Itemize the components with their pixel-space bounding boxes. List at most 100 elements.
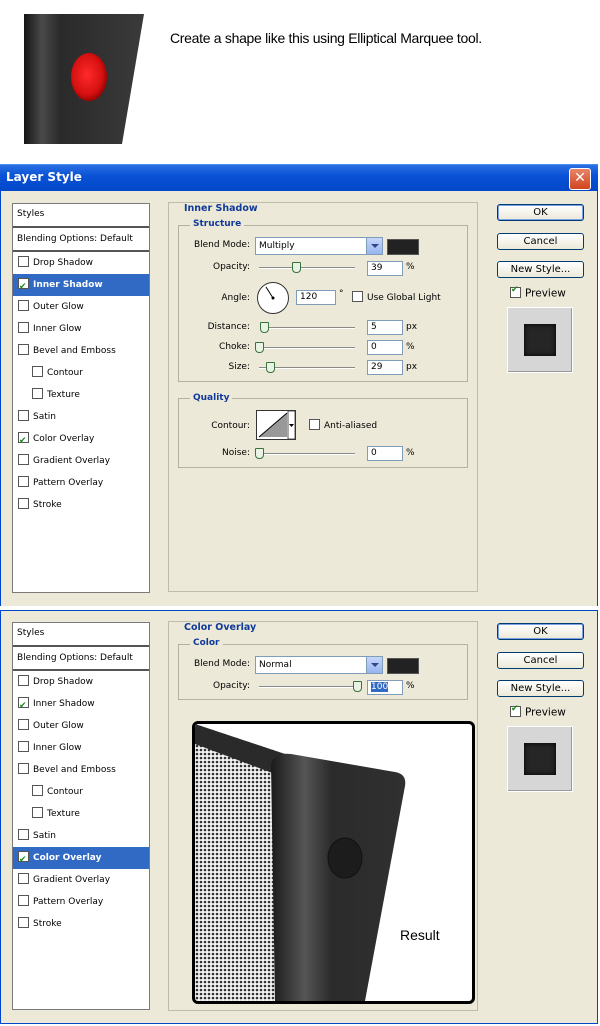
style-checkbox[interactable] <box>18 410 29 421</box>
blend-mode-select[interactable]: Multiply <box>255 237 383 255</box>
style-checkbox[interactable] <box>18 849 29 871</box>
noise-input[interactable]: 0 <box>367 446 403 461</box>
anti-aliased-checkbox[interactable]: Anti-aliased <box>309 419 377 432</box>
style-item-inner-shadow[interactable]: Inner Shadow <box>13 693 149 717</box>
style-checkbox[interactable] <box>18 430 29 452</box>
opacity-slider-thumb[interactable] <box>292 262 302 273</box>
blending-options-item[interactable]: Blending Options: Default <box>13 647 149 671</box>
style-checkbox[interactable] <box>18 829 29 840</box>
size-input[interactable]: 29 <box>367 360 403 375</box>
style-item-bevel-and-emboss[interactable]: Bevel and Emboss <box>13 340 149 362</box>
style-checkbox[interactable] <box>32 807 43 818</box>
dialog-titlebar[interactable]: Layer Style ✕ <box>0 164 598 192</box>
contour-curve-icon <box>258 410 296 440</box>
style-item-pattern-overlay[interactable]: Pattern Overlay <box>13 891 149 913</box>
style-item-texture[interactable]: Texture <box>13 384 149 406</box>
style-item-gradient-overlay[interactable]: Gradient Overlay <box>13 450 149 472</box>
style-item-drop-shadow[interactable]: Drop Shadow <box>13 252 149 274</box>
chevron-down-icon[interactable] <box>366 238 382 254</box>
size-slider[interactable] <box>259 362 355 373</box>
cancel-button[interactable]: Cancel <box>497 233 584 250</box>
style-item-bevel-and-emboss[interactable]: Bevel and Emboss <box>13 759 149 781</box>
shadow-color-swatch[interactable] <box>387 239 419 255</box>
opacity-input[interactable]: 39 <box>367 261 403 276</box>
style-checkbox[interactable] <box>18 675 29 686</box>
new-style-button[interactable]: New Style... <box>497 680 584 697</box>
ok-button[interactable]: OK <box>497 204 584 221</box>
noise-slider-thumb[interactable] <box>255 448 264 459</box>
noise-label: Noise: <box>222 448 250 458</box>
style-item-label: Gradient Overlay <box>33 456 111 466</box>
style-item-satin[interactable]: Satin <box>13 825 149 847</box>
style-checkbox[interactable] <box>18 454 29 465</box>
choke-slider[interactable] <box>255 342 355 353</box>
style-checkbox[interactable] <box>18 741 29 752</box>
style-item-satin[interactable]: Satin <box>13 406 149 428</box>
noise-slider[interactable] <box>255 448 355 459</box>
style-checkbox[interactable] <box>32 785 43 796</box>
style-item-outer-glow[interactable]: Outer Glow <box>13 296 149 318</box>
style-item-inner-shadow[interactable]: Inner Shadow <box>13 274 149 298</box>
style-checkbox[interactable] <box>18 873 29 884</box>
styles-header[interactable]: Styles <box>13 623 149 647</box>
style-item-drop-shadow[interactable]: Drop Shadow <box>13 671 149 693</box>
angle-dial[interactable] <box>257 282 289 314</box>
preview-checkbox[interactable]: Preview <box>510 285 566 300</box>
overlay-opacity-value: 100 <box>371 682 389 692</box>
style-item-inner-glow[interactable]: Inner Glow <box>13 318 149 340</box>
style-item-pattern-overlay[interactable]: Pattern Overlay <box>13 472 149 494</box>
style-item-outer-glow[interactable]: Outer Glow <box>13 715 149 737</box>
choke-slider-thumb[interactable] <box>255 342 264 353</box>
style-checkbox[interactable] <box>18 695 29 717</box>
distance-input[interactable]: 5 <box>367 320 403 335</box>
preview-checkbox[interactable]: Preview <box>510 704 566 719</box>
choke-input[interactable]: 0 <box>367 340 403 355</box>
angle-input[interactable]: 120 <box>296 290 336 305</box>
style-item-inner-glow[interactable]: Inner Glow <box>13 737 149 759</box>
styles-header[interactable]: Styles <box>13 204 149 228</box>
style-checkbox[interactable] <box>32 366 43 377</box>
overlay-color-swatch[interactable] <box>387 658 419 674</box>
size-slider-thumb[interactable] <box>266 362 276 373</box>
overlay-opacity-input[interactable]: 100 <box>367 680 403 695</box>
style-checkbox[interactable] <box>18 476 29 487</box>
style-item-contour[interactable]: Contour <box>13 781 149 803</box>
style-item-contour[interactable]: Contour <box>13 362 149 384</box>
style-item-stroke[interactable]: Stroke <box>13 494 149 516</box>
style-checkbox[interactable] <box>18 344 29 355</box>
opacity-slider[interactable] <box>259 262 355 273</box>
style-checkbox[interactable] <box>18 917 29 928</box>
preview-thumbnail <box>507 307 573 373</box>
new-style-button[interactable]: New Style... <box>497 261 584 278</box>
overlay-blend-mode-select[interactable]: Normal <box>255 656 383 674</box>
inner-shadow-title: Inner Shadow <box>184 203 258 214</box>
blending-options-item[interactable]: Blending Options: Default <box>13 228 149 252</box>
style-checkbox[interactable] <box>18 719 29 730</box>
contour-picker[interactable] <box>256 410 296 440</box>
style-item-color-overlay[interactable]: Color Overlay <box>13 428 149 452</box>
style-item-color-overlay[interactable]: Color Overlay <box>13 847 149 871</box>
overlay-opacity-slider-thumb[interactable] <box>353 681 362 692</box>
style-item-label: Pattern Overlay <box>33 478 104 488</box>
chevron-down-icon[interactable] <box>366 657 382 673</box>
style-checkbox[interactable] <box>32 388 43 399</box>
style-checkbox[interactable] <box>18 300 29 311</box>
cancel-button[interactable]: Cancel <box>497 652 584 669</box>
distance-slider[interactable] <box>259 322 355 333</box>
style-checkbox[interactable] <box>18 276 29 298</box>
style-checkbox[interactable] <box>18 763 29 774</box>
style-item-stroke[interactable]: Stroke <box>13 913 149 935</box>
style-item-texture[interactable]: Texture <box>13 803 149 825</box>
style-checkbox[interactable] <box>18 895 29 906</box>
style-checkbox[interactable] <box>18 498 29 509</box>
style-item-gradient-overlay[interactable]: Gradient Overlay <box>13 869 149 891</box>
style-checkbox[interactable] <box>18 322 29 333</box>
style-checkbox[interactable] <box>18 256 29 267</box>
use-global-light-checkbox[interactable]: Use Global Light <box>352 291 441 304</box>
distance-slider-thumb[interactable] <box>259 322 269 333</box>
overlay-opacity-slider[interactable] <box>259 681 362 692</box>
structure-title: Structure <box>190 219 245 229</box>
style-item-label: Bevel and Emboss <box>33 346 116 356</box>
ok-button[interactable]: OK <box>497 623 584 640</box>
close-icon[interactable]: ✕ <box>569 168 591 190</box>
